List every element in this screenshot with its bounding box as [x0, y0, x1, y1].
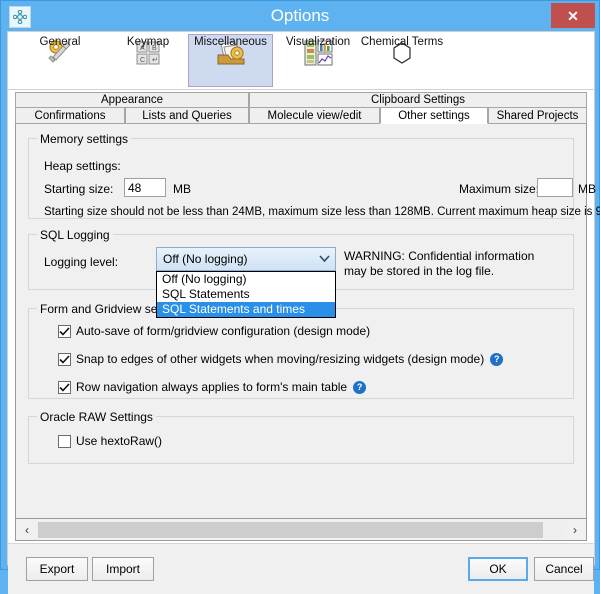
checkbox-box	[58, 435, 71, 448]
options-window: Options ✕ General	[0, 0, 600, 570]
cancel-button-label: Cancel	[545, 562, 582, 576]
other-settings-panel: Memory settings Heap settings: Starting …	[15, 123, 587, 519]
toolbar-item-label: Chemical Terms	[361, 36, 443, 48]
tab-label: Confirmations	[35, 110, 106, 122]
dropdown-option-label: SQL Statements	[162, 287, 250, 301]
tab-label: Other settings	[398, 110, 470, 122]
close-button[interactable]: ✕	[551, 3, 595, 28]
dropdown-option-label: SQL Statements and times	[162, 302, 305, 316]
export-button-label: Export	[40, 562, 75, 576]
starting-size-input[interactable]	[124, 178, 166, 197]
toolbar-item-visualization[interactable]: Visualization	[276, 34, 360, 87]
dropdown-option-sql-statements-and-times[interactable]: SQL Statements and times	[157, 302, 335, 317]
dropdown-option-sql-statements[interactable]: SQL Statements	[157, 287, 335, 302]
tab-shared-projects[interactable]: Shared Projects	[488, 107, 587, 124]
group-title-sql-logging: SQL Logging	[37, 228, 113, 242]
checkbox-row-navigation[interactable]: Row navigation always applies to form's …	[58, 380, 366, 394]
ok-button[interactable]: OK	[468, 557, 528, 581]
toolbar-item-label: Keymap	[127, 36, 169, 48]
toolbar-item-keymap[interactable]: A B C ↵ Keymap	[106, 34, 190, 87]
checkbox-box	[58, 325, 71, 338]
dropdown-option-off[interactable]: Off (No logging)	[157, 272, 335, 287]
memory-hint-text: Starting size should not be less than 24…	[44, 206, 600, 218]
checkbox-label: Auto-save of form/gridview configuration…	[76, 324, 370, 338]
svg-text:↵: ↵	[152, 57, 158, 64]
tab-label: Shared Projects	[497, 110, 579, 122]
maximum-size-unit: MB	[578, 182, 596, 196]
checkbox-box	[58, 381, 71, 394]
checkbox-snap-to-edges[interactable]: Snap to edges of other widgets when movi…	[58, 352, 503, 366]
tab-row-lower: Confirmations Lists and Queries Molecule…	[15, 107, 587, 124]
tab-lists-and-queries[interactable]: Lists and Queries	[125, 107, 249, 124]
logging-level-dropdown[interactable]: Off (No logging) SQL Statements SQL Stat…	[156, 271, 336, 318]
window-title: Options	[1, 1, 599, 31]
help-icon[interactable]: ?	[353, 381, 366, 394]
scroll-left-arrow-icon[interactable]: ‹	[16, 520, 38, 540]
logging-level-combobox[interactable]: Off (No logging)	[156, 247, 336, 271]
toolbar-item-miscellaneous[interactable]: Miscellaneous	[188, 34, 273, 87]
checkbox-label: Row navigation always applies to form's …	[76, 380, 347, 394]
tab-appearance[interactable]: Appearance	[15, 92, 249, 107]
chevron-down-icon	[313, 255, 335, 263]
footer-bar: Export Import OK Cancel	[8, 543, 594, 594]
checkbox-use-hextoraw[interactable]: Use hextoRaw()	[58, 434, 162, 448]
tab-strip: Appearance Clipboard Settings Confirmati…	[15, 92, 587, 122]
group-title-oracle-raw: Oracle RAW Settings	[37, 410, 156, 424]
maximum-size-input[interactable]	[537, 178, 573, 197]
tab-label: Lists and Queries	[142, 110, 232, 122]
client-area: General A B C ↵ Keymap	[7, 31, 595, 565]
heap-settings-label: Heap settings:	[44, 159, 121, 173]
checkbox-label: Snap to edges of other widgets when movi…	[76, 352, 484, 366]
help-icon[interactable]: ?	[490, 353, 503, 366]
tab-confirmations[interactable]: Confirmations	[15, 107, 125, 124]
tab-label: Clipboard Settings	[371, 94, 465, 106]
toolbar-item-label: General	[40, 36, 81, 48]
dropdown-option-label: Off (No logging)	[162, 272, 247, 286]
tab-label: Appearance	[101, 94, 163, 106]
scroll-thumb[interactable]	[38, 522, 543, 538]
sql-warning-line1: WARNING: Confidential information	[344, 249, 534, 263]
ok-button-label: OK	[489, 562, 506, 576]
toolbar-item-label: Miscellaneous	[194, 36, 267, 48]
starting-size-label: Starting size:	[44, 182, 113, 196]
scroll-right-arrow-icon[interactable]: ›	[564, 520, 586, 540]
toolbar-item-chemical-terms[interactable]: Chemical Terms	[352, 34, 452, 87]
svg-text:C: C	[140, 57, 145, 64]
sql-warning-line2: may be stored in the log file.	[344, 264, 494, 278]
cancel-button[interactable]: Cancel	[534, 557, 594, 581]
title-bar: Options ✕	[1, 1, 599, 31]
checkbox-auto-save[interactable]: Auto-save of form/gridview configuration…	[58, 324, 370, 338]
close-icon: ✕	[567, 9, 579, 23]
tab-clipboard-settings[interactable]: Clipboard Settings	[249, 92, 587, 107]
toolbar-item-general[interactable]: General	[18, 34, 102, 87]
tab-label: Molecule view/edit	[268, 110, 362, 122]
logging-level-label: Logging level:	[44, 255, 118, 269]
horizontal-scrollbar[interactable]: ‹ ›	[15, 519, 587, 541]
tab-row-upper: Appearance Clipboard Settings	[15, 92, 587, 107]
category-toolbar: General A B C ↵ Keymap	[8, 32, 594, 90]
logging-level-value: Off (No logging)	[157, 252, 313, 266]
export-button[interactable]: Export	[26, 557, 88, 581]
tab-other-settings[interactable]: Other settings	[380, 107, 488, 124]
scroll-track[interactable]	[38, 522, 564, 538]
starting-size-unit: MB	[173, 182, 191, 196]
import-button-label: Import	[106, 562, 140, 576]
import-button[interactable]: Import	[92, 557, 154, 581]
checkbox-label: Use hextoRaw()	[76, 434, 162, 448]
maximum-size-label: Maximum size:	[459, 182, 539, 196]
toolbar-item-label: Visualization	[286, 36, 350, 48]
checkbox-box	[58, 353, 71, 366]
group-title-memory: Memory settings	[37, 132, 131, 146]
tab-molecule-view-edit[interactable]: Molecule view/edit	[249, 107, 380, 124]
